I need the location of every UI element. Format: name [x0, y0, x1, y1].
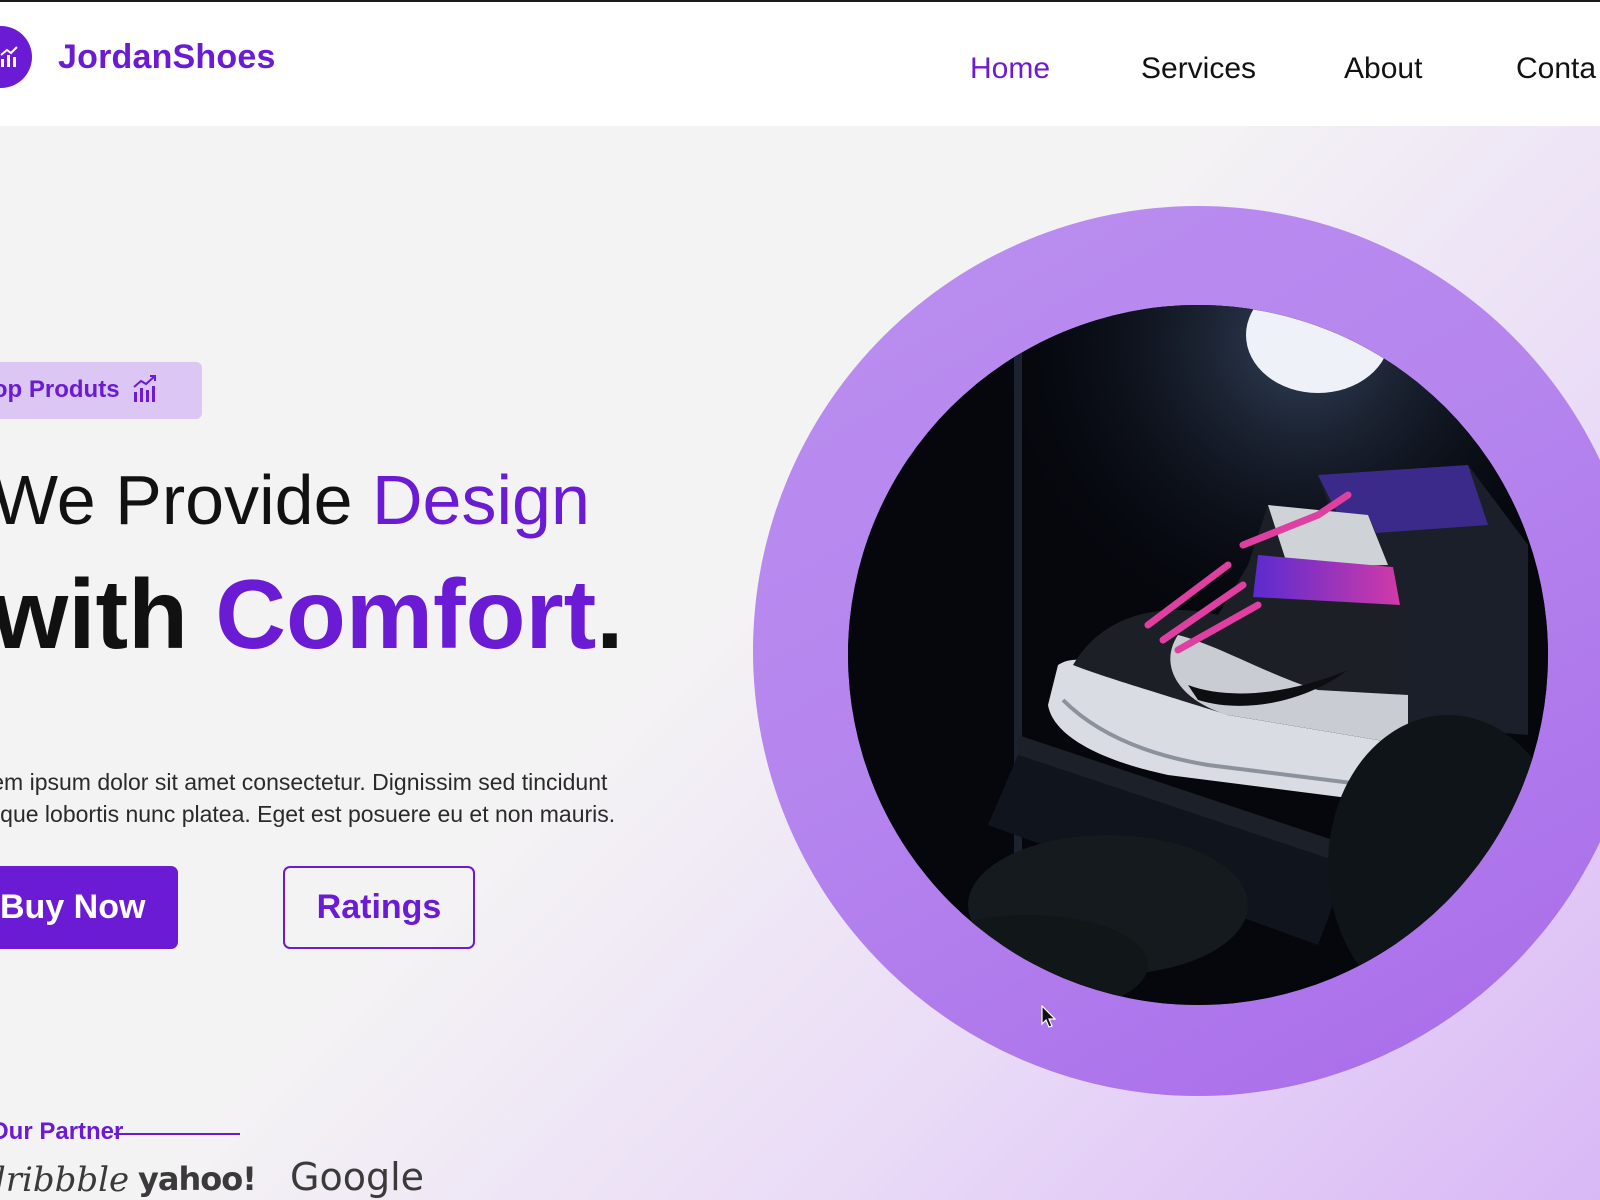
chart-up-icon: [133, 375, 156, 402]
sneaker-photo: [848, 305, 1548, 1005]
headline-period: .: [596, 559, 624, 669]
brand-logo-badge[interactable]: [0, 26, 32, 88]
headline-line1-text: We Provide: [0, 461, 372, 539]
ratings-button[interactable]: Ratings: [283, 866, 475, 949]
partners-divider: [114, 1133, 240, 1135]
nav-about[interactable]: About: [1344, 52, 1422, 86]
landing-page: JordanShoes Home Services About Conta To…: [0, 0, 1600, 1200]
buy-now-button[interactable]: Buy Now: [0, 866, 178, 949]
nav-home[interactable]: Home: [970, 52, 1050, 86]
hero-headline-line1: We Provide Design: [0, 460, 590, 540]
site-header: JordanShoes Home Services About Conta: [0, 2, 1600, 126]
hero-headline-line2: with Comfort.: [0, 558, 623, 671]
dribbble-logo[interactable]: dribbble: [0, 1160, 129, 1200]
hero-description: Lorem ipsum dolor sit amet consectetur. …: [0, 766, 698, 830]
google-logo[interactable]: Google: [290, 1155, 424, 1199]
nav-services[interactable]: Services: [1141, 52, 1256, 86]
brand-name[interactable]: JordanShoes: [58, 38, 276, 77]
headline-line1-accent: Design: [371, 461, 590, 539]
mouse-cursor-icon: [1041, 1005, 1057, 1028]
description-line1: Lorem ipsum dolor sit amet consectetur. …: [0, 769, 608, 795]
chart-up-icon: [0, 46, 18, 67]
top-products-badge: Top Produts: [0, 362, 202, 419]
nav-contact[interactable]: Conta: [1516, 52, 1596, 86]
yahoo-logo[interactable]: yahoo!: [138, 1160, 257, 1198]
description-line2: tristique lobortis nunc platea. Eget est…: [0, 801, 616, 827]
partners-title: Our Partner: [0, 1118, 124, 1145]
headline-line2-text: with: [0, 559, 216, 669]
sneaker-illustration: [848, 305, 1548, 1005]
headline-line2-accent: Comfort: [215, 559, 597, 669]
badge-label: Top Produts: [0, 376, 120, 403]
